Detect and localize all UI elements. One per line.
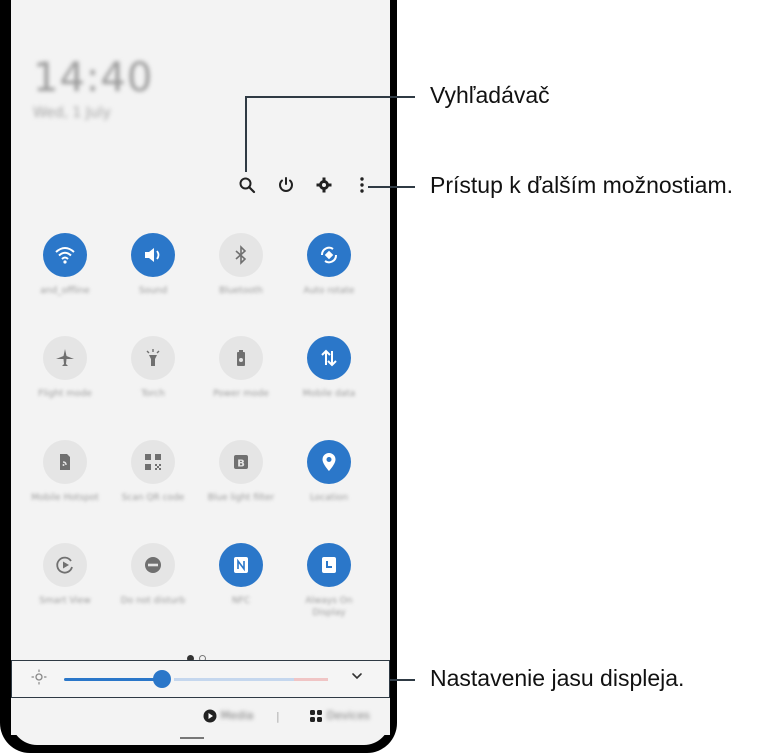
auto-rotate-icon[interactable] [307,233,351,277]
quick-setting-tile[interactable]: Sound [109,233,197,333]
svg-text:B: B [237,459,245,470]
hotspot-icon[interactable] [43,440,87,484]
quick-setting-tile[interactable]: Torch [109,336,197,436]
power-icon[interactable] [275,176,297,198]
quick-setting-tile[interactable]: Smart View [21,543,109,643]
devices-button[interactable]: Devices [309,709,370,723]
callout-line-search [245,96,415,98]
bottom-bar: Media | Devices [11,700,390,735]
quick-setting-tile[interactable]: B Blue light filter [197,440,285,540]
quick-setting-tile[interactable]: Do not disturb [109,543,197,643]
battery-icon[interactable] [219,336,263,380]
gear-icon[interactable] [313,176,335,198]
tile-label: Sound [138,286,168,296]
brightness-track-filled [64,678,162,681]
tile-label: Bluetooth [219,286,263,296]
callout-line-search-vertical [245,96,247,172]
callout-more-label: Prístup k ďalším možnostiam. [430,172,733,198]
tile-label: Auto rotate [303,286,355,296]
tile-label: Do not disturb [120,596,186,606]
tile-label: Scan QR code [121,493,185,503]
search-icon[interactable] [236,176,258,198]
tile-label: Always On Display [305,596,353,618]
media-label: Media [220,709,254,722]
tile-label: Blue light filter [207,493,275,503]
quick-setting-tile[interactable]: Power mode [197,336,285,436]
quick-setting-tile[interactable]: NFC [197,543,285,643]
smart-view-icon[interactable] [43,543,87,587]
chevron-down-icon[interactable] [347,669,367,689]
quick-setting-tile[interactable]: Mobile data [285,336,373,436]
callout-brightness-label: Nastavenie jasu displeja. [430,665,685,691]
clock: 14:40 [33,55,154,101]
airplane-icon[interactable] [43,336,87,380]
location-icon[interactable] [307,440,351,484]
wifi-icon[interactable] [43,233,87,277]
date: Wed, 1 July [33,105,111,121]
quick-setting-tile[interactable]: and_offline [21,233,109,333]
quick-setting-tile[interactable]: Always On Display [285,543,373,643]
brightness-track [174,678,294,681]
quick-setting-tile[interactable]: Flight mode [21,336,109,436]
tile-label: Torch [141,389,165,399]
blue-light-icon[interactable]: B [219,440,263,484]
tile-label: Mobile data [302,389,356,399]
callout-line-brightness [390,679,415,681]
quick-setting-tile[interactable]: Bluetooth [197,233,285,333]
nfc-icon[interactable] [219,543,263,587]
tile-label: Location [309,493,349,503]
quick-setting-tile[interactable]: Scan QR code [109,440,197,540]
tile-label: Mobile Hotspot [31,493,99,503]
tile-label: and_offline [40,286,90,296]
sound-icon[interactable] [131,233,175,277]
quick-setting-tile[interactable]: Auto rotate [285,233,373,333]
torch-icon[interactable] [131,336,175,380]
tile-label: Flight mode [38,389,92,399]
brightness-track-high [294,678,328,681]
aod-icon[interactable] [307,543,351,587]
brightness-bar [11,660,390,698]
qr-icon[interactable] [131,440,175,484]
callout-line-more [368,186,415,188]
quick-setting-tile[interactable]: Mobile Hotspot [21,440,109,540]
navigation-handle[interactable] [180,737,204,739]
tile-label: NFC [231,596,251,606]
tile-label: Power mode [213,389,269,399]
bottom-separator: | [276,710,280,723]
quick-setting-tile[interactable]: Location [285,440,373,540]
mobile-data-icon[interactable] [307,336,351,380]
callout-search-label: Vyhľadávač [430,82,550,108]
dnd-icon[interactable] [131,543,175,587]
bluetooth-icon[interactable] [219,233,263,277]
media-button[interactable]: Media [203,709,254,723]
brightness-slider-thumb[interactable] [152,670,171,688]
brightness-sun-icon [29,669,49,689]
tile-label: Smart View [39,596,91,606]
devices-label: Devices [326,709,370,722]
